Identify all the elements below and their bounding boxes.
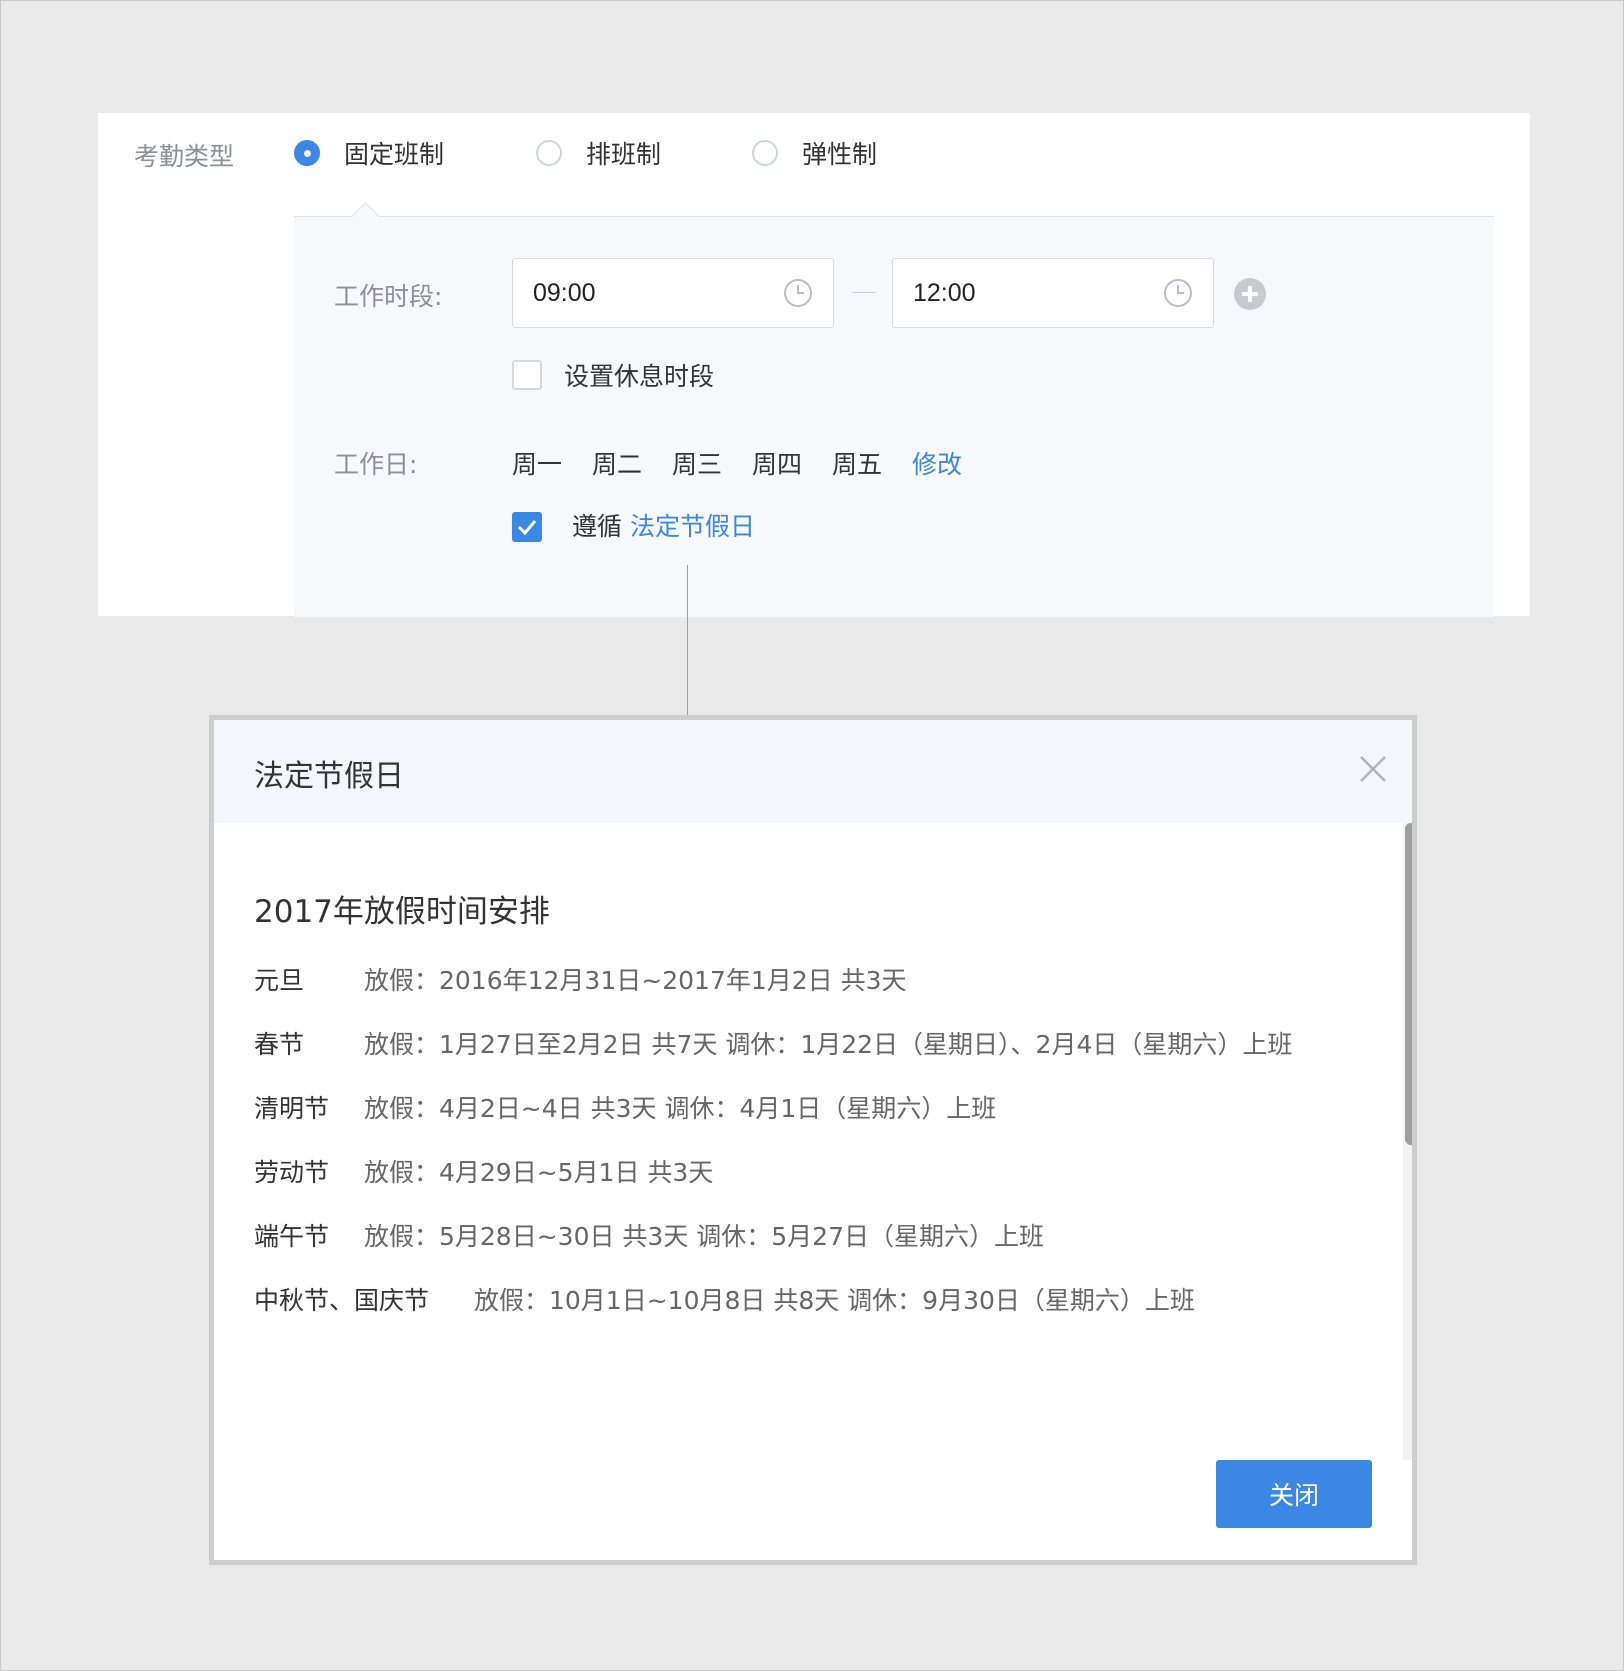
attendance-type-label: 考勤类型	[134, 142, 235, 171]
radio-indicator[interactable]	[752, 140, 778, 166]
legal-holidays-link[interactable]: 法定节假日	[630, 512, 755, 541]
schedule-title: 2017年放假时间安排	[254, 894, 550, 930]
holiday-row: 中秋节、国庆节 放假：10月1日~10月8日 共8天 调休：9月30日（星期六）上…	[254, 1281, 1195, 1317]
legal-holidays-modal: 法定节假日 2017年放假时间安排 元旦 放假：2016年12月31日~2017年…	[209, 715, 1417, 1565]
holiday-row: 春节 放假：1月27日至2月2日 共7天 调休：1月22日（星期日）、2月4日（星…	[254, 1025, 1292, 1061]
holiday-name: 元旦	[254, 966, 305, 995]
modal-title: 法定节假日	[254, 759, 404, 794]
work-hours-label: 工作时段:	[334, 282, 443, 311]
start-time-value: 09:00	[533, 278, 596, 307]
check-icon	[517, 520, 537, 536]
attendance-form-panel: 考勤类型 固定班制 排班制 弹性制 工作时段: 09:00 12:00 设置休息…	[98, 113, 1530, 617]
holiday-row: 清明节 放假：4月2日~4日 共3天 调休：4月1日（星期六）上班	[254, 1089, 996, 1125]
break-period-checkbox[interactable]	[512, 360, 542, 390]
holiday-name: 清明节	[254, 1094, 330, 1123]
follow-label: 遵循	[572, 512, 623, 541]
holiday-name: 中秋节、国庆节	[254, 1286, 430, 1315]
holiday-name: 端午节	[254, 1222, 330, 1251]
holiday-row: 端午节 放假：5月28日~30日 共3天 调休：5月27日（星期六）上班	[254, 1217, 1044, 1253]
radio-flexible-shift[interactable]: 弹性制	[752, 135, 877, 171]
radio-label: 固定班制	[344, 140, 445, 169]
start-time-input[interactable]: 09:00	[512, 258, 834, 328]
radio-indicator[interactable]	[536, 140, 562, 166]
panel-caret	[352, 202, 379, 229]
radio-label: 排班制	[586, 140, 662, 169]
radio-scheduled-shift[interactable]: 排班制	[536, 135, 661, 171]
break-period-label: 设置休息时段	[564, 362, 715, 391]
holiday-detail: 放假：2016年12月31日~2017年1月2日 共3天	[364, 966, 907, 995]
holiday-detail: 放假：4月2日~4日 共3天 调休：4月1日（星期六）上班	[364, 1094, 997, 1123]
plus-circle-icon[interactable]	[1234, 278, 1266, 310]
close-button[interactable]: 关闭	[1216, 1460, 1372, 1528]
holiday-name: 劳动节	[254, 1158, 330, 1187]
close-icon[interactable]	[1358, 754, 1388, 784]
holiday-detail: 放假：5月28日~30日 共3天 调休：5月27日（星期六）上班	[364, 1222, 1044, 1251]
clock-icon[interactable]	[1163, 278, 1193, 308]
holiday-detail: 放假：1月27日至2月2日 共7天 调休：1月22日（星期日）、2月4日（星期六…	[364, 1030, 1293, 1059]
workday-tue: 周二	[592, 450, 643, 479]
holiday-name: 春节	[254, 1030, 305, 1059]
fixed-shift-settings: 工作时段: 09:00 12:00 设置休息时段 工作日: 周一 周二 周三 周	[294, 202, 1494, 617]
holiday-detail: 放假：10月1日~10月8日 共8天 调休：9月30日（星期六）上班	[474, 1286, 1195, 1315]
scrollbar-thumb[interactable]	[1405, 823, 1412, 1145]
follow-holidays-checkbox[interactable]	[512, 512, 542, 542]
workday-thu: 周四	[752, 450, 803, 479]
follow-holidays-label: 遵循 法定节假日	[572, 507, 755, 543]
radio-fixed-shift[interactable]: 固定班制	[294, 135, 444, 171]
clock-icon[interactable]	[783, 278, 813, 308]
modify-workdays-link[interactable]: 修改	[912, 445, 962, 481]
workday-fri: 周五	[832, 450, 883, 479]
holiday-row: 元旦 放假：2016年12月31日~2017年1月2日 共3天	[254, 961, 906, 997]
modal-header: 法定节假日	[214, 720, 1412, 823]
modal-body: 2017年放假时间安排 元旦 放假：2016年12月31日~2017年1月2日 共…	[214, 823, 1412, 1560]
holiday-detail: 放假：4月29日~5月1日 共3天	[364, 1158, 714, 1187]
radio-label: 弹性制	[802, 140, 878, 169]
workday-wed: 周三	[672, 450, 723, 479]
workday-mon: 周一	[512, 450, 563, 479]
range-separator	[852, 292, 876, 293]
end-time-input[interactable]: 12:00	[892, 258, 1214, 328]
holiday-row: 劳动节 放假：4月29日~5月1日 共3天	[254, 1153, 713, 1189]
radio-indicator-checked[interactable]	[294, 140, 320, 166]
workdays-label: 工作日:	[334, 450, 418, 479]
end-time-value: 12:00	[913, 278, 976, 307]
